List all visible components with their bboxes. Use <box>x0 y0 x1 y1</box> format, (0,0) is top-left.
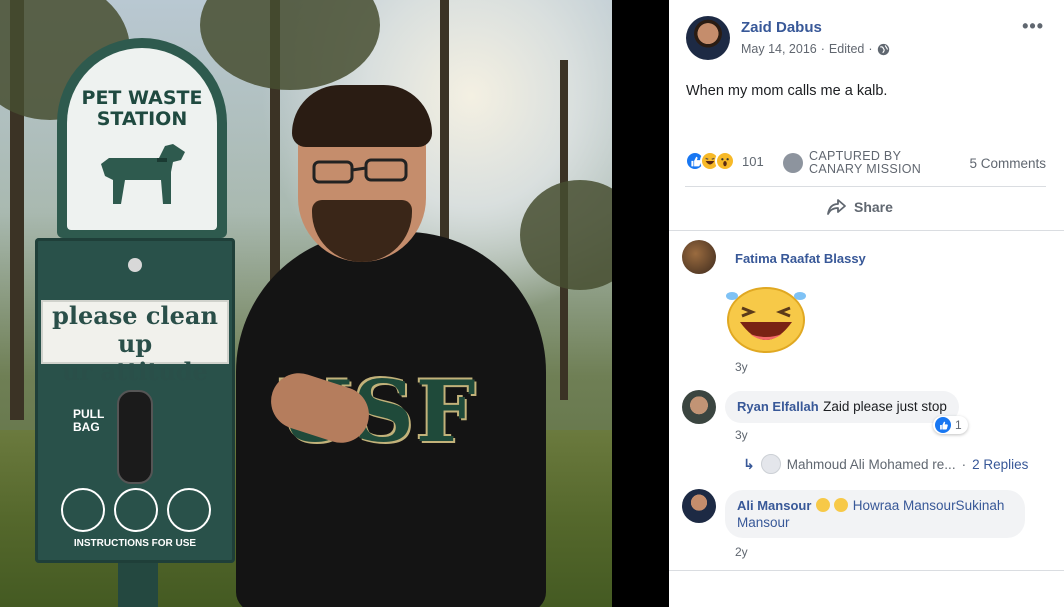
person-hair <box>292 85 432 147</box>
comment-time[interactable]: 3y <box>735 360 748 374</box>
comment-text: Zaid please just stop <box>823 399 947 414</box>
share-label: Share <box>854 199 893 215</box>
laughing-emoji-sticker <box>726 287 806 353</box>
reactions-summary[interactable]: 101 <box>685 151 764 171</box>
keyhole <box>128 258 142 272</box>
comment-bubble: Ali Mansour Howraa MansourSukinah Mansou… <box>725 490 1025 538</box>
edited-label[interactable]: Edited <box>829 42 864 56</box>
canary-mission-logo-icon <box>783 153 803 173</box>
post-text: When my mom calls me a kalb. <box>686 83 888 99</box>
globe-icon[interactable] <box>877 43 890 56</box>
instruction-icon-2 <box>114 488 158 532</box>
divider <box>669 230 1064 231</box>
comment-like-count: 1 <box>955 418 962 432</box>
laughing-emoji-icon <box>815 498 830 512</box>
commenter-avatar[interactable] <box>682 240 716 274</box>
sign-title: PET WASTE STATION <box>81 87 203 130</box>
facebook-photo-viewer: PET WASTE STATION please clean up ur att… <box>0 0 1064 607</box>
pet-waste-sign: PET WASTE STATION <box>57 38 227 238</box>
comment-time[interactable]: 2y <box>735 545 748 559</box>
comment-bubble: Ryan Elfallah Zaid please just stop <box>725 391 959 423</box>
bag-dispenser-station: please clean up ur attitude PULL BAG INS… <box>35 238 235 563</box>
label-line-1: please clean up <box>52 301 218 358</box>
instruction-icons <box>61 488 211 536</box>
divider <box>669 570 1064 571</box>
replier-name: Mahmoud Ali Mohamed re... <box>786 456 956 472</box>
canary-mission-watermark: CAPTURED BY CANARY MISSION <box>783 150 921 176</box>
glasses-icon <box>312 158 408 184</box>
commenter-name[interactable]: Ali Mansour <box>737 498 811 513</box>
commenter-name[interactable]: Fatima Raafat Blassy <box>735 251 866 266</box>
bag-slot <box>117 390 153 484</box>
sign-post <box>118 563 158 607</box>
view-replies-link[interactable]: ↳ Mahmoud Ali Mohamed re... · 2 Replies <box>743 454 1028 474</box>
replies-count: 2 Replies <box>972 456 1029 472</box>
wow-reaction-icon <box>715 151 735 171</box>
dog-icon <box>101 144 185 204</box>
commenter-avatar[interactable] <box>682 390 716 424</box>
comment-like-badge[interactable]: 1 <box>933 416 968 434</box>
post-photo[interactable]: PET WASTE STATION please clean up ur att… <box>0 0 612 607</box>
pull-bag-text: PULL BAG <box>73 407 105 434</box>
more-options-icon[interactable]: ••• <box>1022 16 1044 37</box>
share-button[interactable]: Share <box>827 198 893 216</box>
author-avatar[interactable] <box>686 16 730 60</box>
comments-count-link[interactable]: 5 Comments <box>969 156 1046 171</box>
commenter-avatar[interactable] <box>682 489 716 523</box>
commenter-name[interactable]: Ryan Elfallah <box>737 399 819 414</box>
author-name[interactable]: Zaid Dabus <box>741 19 822 36</box>
post-side-panel: Zaid Dabus May 14, 2016 · Edited · ••• W… <box>669 0 1064 607</box>
instruction-icon-3 <box>167 488 211 532</box>
post-date[interactable]: May 14, 2016 <box>741 42 817 56</box>
share-icon <box>827 199 846 215</box>
like-icon <box>935 417 951 433</box>
post-meta: May 14, 2016 · Edited · <box>741 42 890 56</box>
reaction-count[interactable]: 101 <box>742 154 764 169</box>
joke-label-plate: please clean up ur attitude <box>41 300 229 386</box>
label-line-2: ur attitude <box>62 357 208 386</box>
instructions-label: INSTRUCTIONS FOR USE <box>73 538 197 549</box>
laughing-emoji-icon <box>834 498 849 512</box>
reply-arrow-icon: ↳ <box>743 455 755 472</box>
divider <box>685 186 1046 187</box>
instruction-icon-1 <box>61 488 105 532</box>
replier-avatar <box>760 454 781 474</box>
comment: Fatima Raafat Blassy <box>735 250 866 268</box>
comment-time[interactable]: 3y <box>735 428 748 442</box>
